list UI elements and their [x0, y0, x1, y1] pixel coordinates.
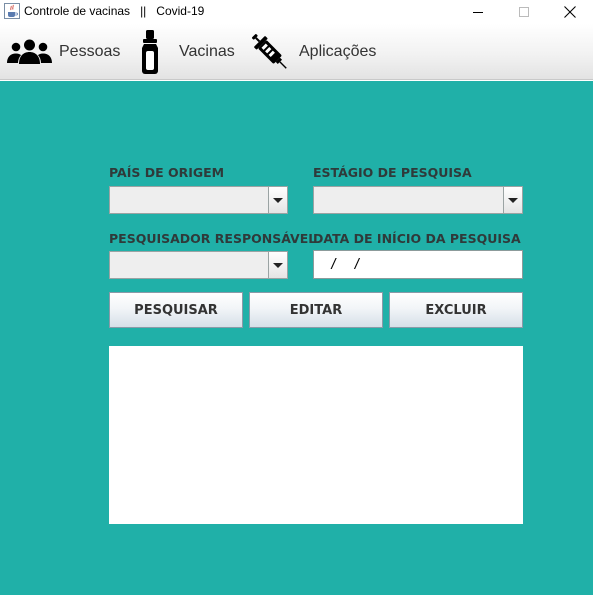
- estagio-dropdown-button[interactable]: [503, 187, 522, 213]
- vial-icon: [142, 30, 158, 74]
- pesquisar-button[interactable]: PESQUISAR: [109, 292, 243, 328]
- pais-dropdown-button[interactable]: [268, 187, 287, 213]
- data-inicio-field[interactable]: / /: [313, 250, 523, 279]
- chevron-down-icon: [273, 262, 283, 268]
- window-title-bar: Controle de vacinas || Covid-19: [0, 0, 593, 24]
- java-cup-icon: [4, 3, 20, 19]
- pais-label: PAÍS DE ORIGEM: [109, 165, 225, 180]
- people-icon: [7, 39, 52, 64]
- minimize-button[interactable]: [455, 0, 501, 24]
- main-toolbar: Pessoas Vacinas Aplicações: [0, 24, 593, 80]
- close-icon: [564, 6, 576, 18]
- syringe-icon: [252, 34, 287, 69]
- close-button[interactable]: [547, 0, 593, 24]
- results-table-area[interactable]: [109, 346, 523, 524]
- pesquisador-dropdown-button[interactable]: [268, 252, 287, 278]
- toolbar-item-pessoas[interactable]: Pessoas: [6, 24, 120, 80]
- chevron-down-icon: [273, 197, 283, 203]
- pais-combobox[interactable]: [109, 186, 288, 214]
- data-inicio-label: DATA DE INÍCIO DA PESQUISA: [313, 231, 521, 246]
- toolbar-item-aplicacoes[interactable]: Aplicações: [247, 24, 376, 80]
- pesquisador-combobox[interactable]: [109, 251, 288, 279]
- pesquisador-label: PESQUISADOR RESPONSÁVEL: [109, 231, 317, 246]
- maximize-button[interactable]: [501, 0, 547, 24]
- toolbar-label-aplicacoes: Aplicações: [299, 43, 377, 60]
- editar-button[interactable]: EDITAR: [249, 292, 383, 328]
- estagio-combobox[interactable]: [313, 186, 523, 214]
- maximize-icon: [519, 7, 529, 17]
- toolbar-label-vacinas: Vacinas: [179, 43, 235, 60]
- toolbar-label-pessoas: Pessoas: [59, 43, 121, 60]
- toolbar-item-vacinas[interactable]: Vacinas: [139, 24, 235, 80]
- minimize-icon: [473, 12, 483, 13]
- excluir-button[interactable]: EXCLUIR: [389, 292, 523, 328]
- window-title: Controle de vacinas || Covid-19: [24, 4, 205, 18]
- estagio-label: ESTÁGIO DE PESQUISA: [313, 165, 472, 180]
- chevron-down-icon: [508, 197, 518, 203]
